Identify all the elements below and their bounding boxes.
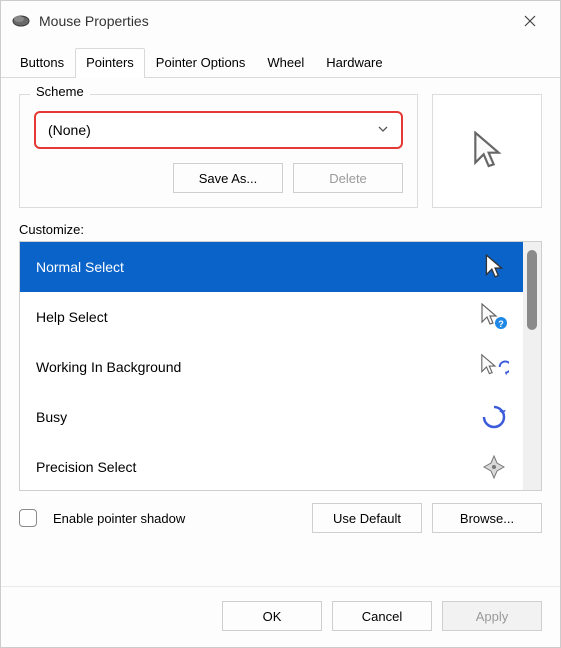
close-icon: [524, 15, 536, 27]
tab-strip: Buttons Pointers Pointer Options Wheel H…: [1, 41, 560, 78]
list-item[interactable]: Working In Background: [20, 342, 523, 392]
scheme-selected-text: (None): [48, 122, 377, 138]
arrow-question-cursor-icon: ?: [479, 302, 509, 332]
arrow-cursor-icon: [470, 131, 504, 171]
enable-pointer-shadow-label[interactable]: Enable pointer shadow: [53, 511, 302, 526]
ok-button[interactable]: OK: [222, 601, 322, 631]
list-item-label: Help Select: [36, 309, 469, 325]
use-default-button[interactable]: Use Default: [312, 503, 422, 533]
save-as-button[interactable]: Save As...: [173, 163, 283, 193]
list-item-label: Busy: [36, 409, 469, 425]
svg-text:?: ?: [498, 319, 504, 329]
list-item[interactable]: Help Select ?: [20, 292, 523, 342]
cancel-button[interactable]: Cancel: [332, 601, 432, 631]
listbox-scrollbar[interactable]: [523, 242, 541, 490]
customize-label: Customize:: [19, 222, 542, 237]
enable-pointer-shadow-checkbox[interactable]: [19, 509, 37, 527]
list-item[interactable]: Busy: [20, 392, 523, 442]
scheme-combo[interactable]: (None): [34, 111, 403, 149]
scheme-legend: Scheme: [30, 84, 90, 99]
browse-button[interactable]: Browse...: [432, 503, 542, 533]
arrow-spinner-cursor-icon: [479, 352, 509, 382]
list-item-label: Normal Select: [36, 259, 469, 275]
mouse-icon: [11, 11, 31, 31]
spinner-cursor-icon: [479, 402, 509, 432]
chevron-down-icon: [377, 123, 389, 138]
pointer-preview: [432, 94, 542, 208]
list-item-label: Precision Select: [36, 459, 469, 475]
tab-pointers[interactable]: Pointers: [75, 48, 145, 78]
apply-button[interactable]: Apply: [442, 601, 542, 631]
delete-button[interactable]: Delete: [293, 163, 403, 193]
list-item[interactable]: Precision Select: [20, 442, 523, 490]
dialog-button-row: OK Cancel Apply: [1, 586, 560, 647]
tab-buttons[interactable]: Buttons: [9, 48, 75, 78]
list-item[interactable]: Normal Select: [20, 242, 523, 292]
close-button[interactable]: [508, 6, 552, 36]
mouse-properties-window: Mouse Properties Buttons Pointers Pointe…: [0, 0, 561, 648]
tab-hardware[interactable]: Hardware: [315, 48, 393, 78]
tab-content-pointers: Scheme (None) Save As... Delete Customi: [1, 78, 560, 586]
scrollbar-thumb[interactable]: [527, 250, 537, 330]
titlebar: Mouse Properties: [1, 1, 560, 41]
tab-wheel[interactable]: Wheel: [256, 48, 315, 78]
scheme-group: Scheme (None) Save As... Delete: [19, 94, 418, 208]
list-item-label: Working In Background: [36, 359, 469, 375]
window-title: Mouse Properties: [39, 13, 508, 29]
arrow-cursor-icon: [479, 252, 509, 282]
crosshair-cursor-icon: [479, 452, 509, 482]
pointer-listbox[interactable]: Normal Select Help Select ?: [19, 241, 542, 491]
tab-pointer-options[interactable]: Pointer Options: [145, 48, 257, 78]
